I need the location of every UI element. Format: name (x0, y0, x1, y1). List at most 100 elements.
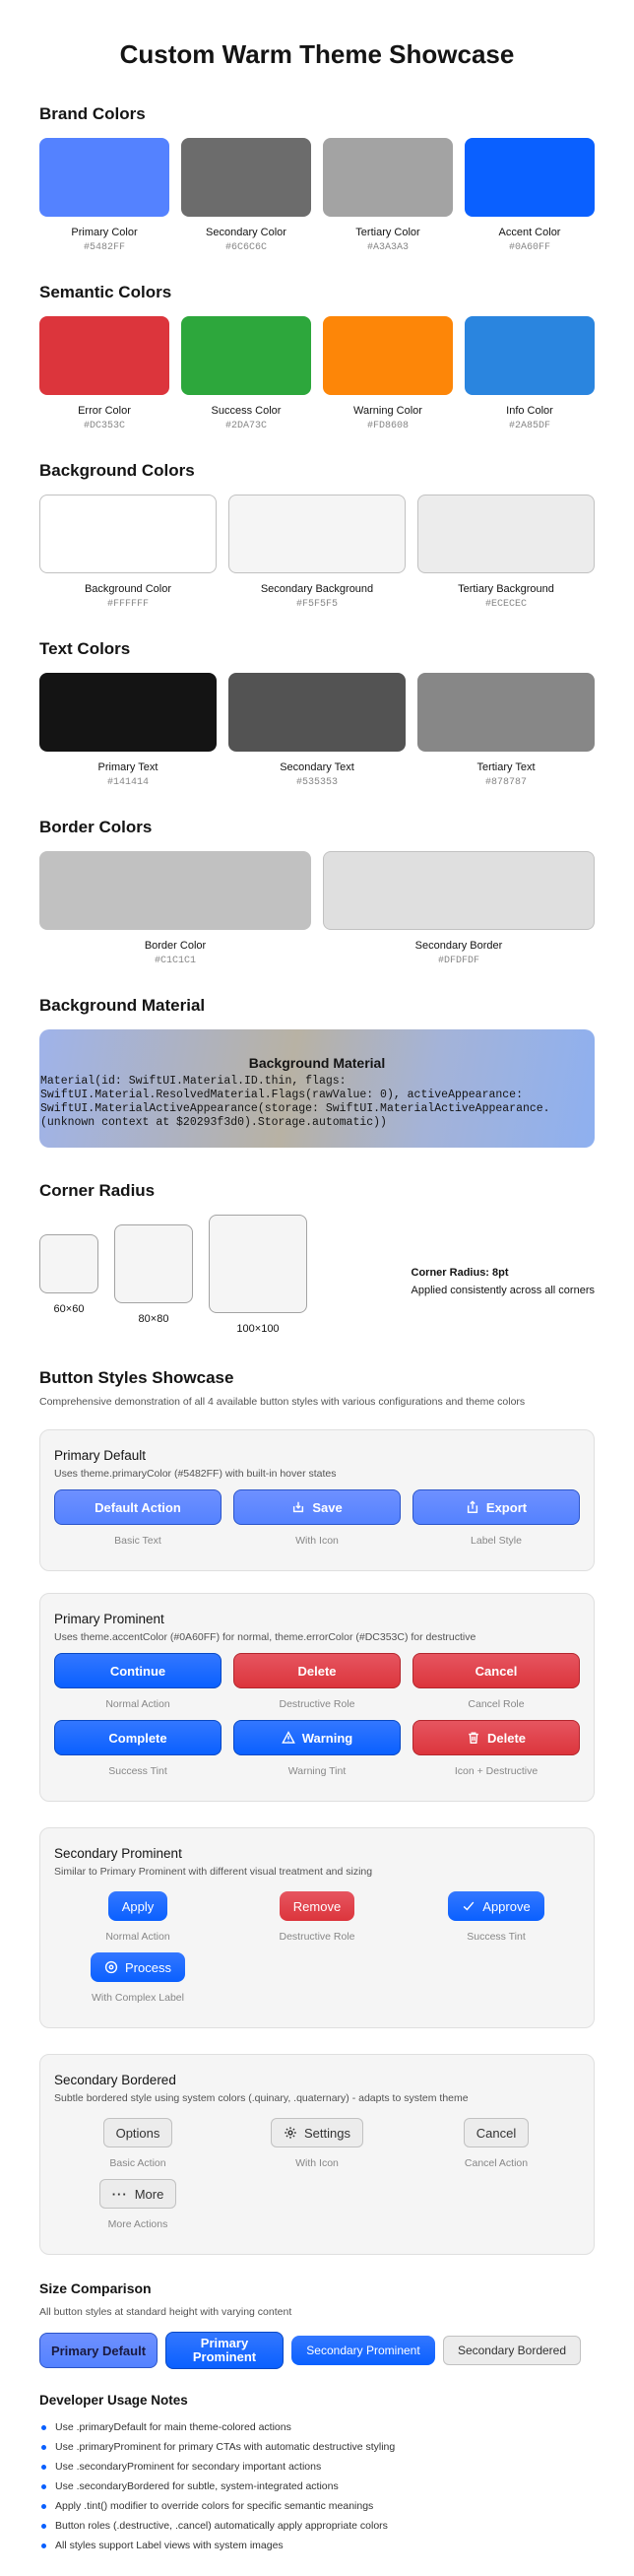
settings-button[interactable]: Settings (271, 2118, 363, 2147)
swatch-hex: #2DA73C (224, 421, 267, 431)
button-cell: Continue Normal Action (54, 1653, 222, 1720)
card-title: Secondary Prominent (54, 1846, 182, 1861)
export-button[interactable]: Export (412, 1489, 580, 1525)
button-caption: Label Style (471, 1535, 522, 1547)
swatch-color (323, 851, 595, 930)
swatch-hex: #DFDFDF (437, 956, 479, 966)
text-swatches: Primary Text #141414 Secondary Text #535… (39, 673, 595, 788)
swatch-name: Accent Color (498, 227, 561, 238)
radius-info-subtitle: Applied consistently across all corners (411, 1285, 595, 1296)
button-label: Options (115, 2125, 160, 2141)
gear-circle-icon (104, 1960, 118, 1974)
corner-radius-title: Corner Radius (39, 1181, 156, 1200)
swatch-accent: Accent Color #0A60FF (465, 138, 595, 253)
swatch-color (465, 138, 595, 217)
radius-box-60: 60×60 (39, 1234, 98, 1315)
process-button[interactable]: Process (91, 1952, 185, 1982)
continue-button[interactable]: Continue (54, 1653, 222, 1688)
button-cell: Options Basic Action (54, 2118, 222, 2179)
swatch-hex: #DC353C (83, 421, 125, 431)
apply-button[interactable]: Apply (107, 1891, 168, 1921)
brand-colors-title: Brand Colors (39, 104, 146, 123)
swatch-hex: #FD8608 (366, 421, 409, 431)
button-label: Continue (109, 1663, 166, 1679)
delete-button[interactable]: Delete (233, 1653, 401, 1688)
button-cell: Cancel Cancel Action (412, 2118, 580, 2179)
gear-icon (285, 2127, 296, 2139)
button-label: Cancel (476, 2125, 517, 2141)
swatch-secondary-border: Secondary Border #DFDFDF (323, 851, 595, 966)
swatch-hex: #A3A3A3 (366, 242, 409, 253)
button-label: Remove (292, 1898, 342, 1914)
complete-button[interactable]: Complete (54, 1720, 222, 1755)
swatch-background: Background Color #FFFFFF (39, 495, 217, 610)
swatch-hex: #6C6C6C (224, 242, 267, 253)
save-button[interactable]: Save (233, 1489, 401, 1525)
swatch-name: Background Color (84, 583, 172, 595)
button-label: Process (125, 1959, 171, 1975)
more-button[interactable]: ··· More (98, 2179, 177, 2209)
text-colors-title: Text Colors (39, 639, 131, 658)
default-action-button[interactable]: Default Action (54, 1489, 222, 1525)
swatch-name: Secondary Text (280, 761, 354, 773)
swatch-name: Warning Color (353, 405, 422, 417)
cancel-bordered-button[interactable]: Cancel (463, 2118, 530, 2147)
approve-button[interactable]: Approve (448, 1891, 544, 1921)
remove-button[interactable]: Remove (279, 1891, 355, 1921)
options-button[interactable]: Options (102, 2118, 173, 2147)
swatch-color (181, 138, 311, 217)
button-caption: Basic Text (114, 1535, 161, 1547)
list-item: Button roles (.destructive, .cancel) aut… (39, 2516, 595, 2536)
swatch-color (465, 316, 595, 395)
button-label: Warning (301, 1730, 353, 1746)
button-label: Export (485, 1499, 528, 1515)
button-label: More (134, 2186, 164, 2202)
card-subtitle: Similar to Primary Prominent with differ… (54, 1866, 373, 1878)
swatch-name: Error Color (78, 405, 131, 417)
list-item: Use .primaryProminent for primary CTAs w… (39, 2437, 595, 2457)
radius-info: Corner Radius: 8pt Applied consistently … (412, 1264, 595, 1299)
button-caption: Destructive Role (279, 1931, 355, 1943)
swatch-hex: #5482FF (83, 242, 125, 253)
card-subtitle: Subtle bordered style using system color… (54, 2092, 469, 2104)
radius-label: 100×100 (236, 1323, 280, 1335)
cancel-button[interactable]: Cancel (412, 1653, 580, 1688)
button-cell: Complete Success Tint (54, 1720, 222, 1787)
swatch-secondary-background: Secondary Background #F5F5F5 (228, 495, 406, 610)
border-swatches: Border Color #C1C1C1 Secondary Border #D… (39, 851, 595, 966)
material-card-title: Background Material (248, 1055, 386, 1071)
swatch-hex: #878787 (484, 777, 527, 788)
swatch-name: Success Color (211, 405, 282, 417)
swatch-secondary: Secondary Color #6C6C6C (181, 138, 311, 253)
swatch-color (228, 495, 406, 573)
button-cell: Process With Complex Label (54, 1952, 222, 2014)
size-secondary-prominent-button[interactable]: Secondary Prominent (291, 2336, 435, 2365)
warning-button[interactable]: Warning (233, 1720, 401, 1755)
primary-prominent-card: Primary Prominent Uses theme.accentColor… (39, 1593, 595, 1802)
size-primary-prominent-button[interactable]: Primary Prominent (165, 2332, 284, 2369)
button-caption: Normal Action (105, 1931, 170, 1943)
button-grid: Apply Normal Action Remove Destructive R… (54, 1891, 580, 2014)
swatch-color (39, 316, 169, 395)
swatch-primary-text: Primary Text #141414 (39, 673, 217, 788)
checkmark-icon (463, 1901, 475, 1911)
size-secondary-bordered-button[interactable]: Secondary Bordered (443, 2336, 581, 2365)
swatch-warning: Warning Color #FD8608 (323, 316, 453, 431)
radius-label: 60×60 (53, 1303, 85, 1315)
swatch-color (39, 851, 311, 930)
radius-preview (209, 1215, 307, 1313)
button-label: Approve (482, 1898, 531, 1914)
swatch-hex: #0A60FF (508, 242, 550, 253)
button-cell: Settings With Icon (233, 2118, 401, 2179)
delete-with-icon-button[interactable]: Delete (412, 1720, 580, 1755)
button-caption: With Complex Label (92, 1992, 184, 2004)
button-caption: Destructive Role (279, 1698, 355, 1710)
button-cell: Remove Destructive Role (233, 1891, 401, 1952)
button-cell: Cancel Cancel Role (412, 1653, 580, 1720)
radius-preview (39, 1234, 98, 1293)
size-comparison-subtitle: All button styles at standard height wit… (39, 2306, 292, 2318)
radius-info-title: Corner Radius: 8pt (411, 1267, 509, 1279)
swatch-name: Tertiary Background (458, 583, 554, 595)
swatch-color (39, 673, 217, 752)
size-primary-default-button[interactable]: Primary Default (39, 2333, 158, 2368)
